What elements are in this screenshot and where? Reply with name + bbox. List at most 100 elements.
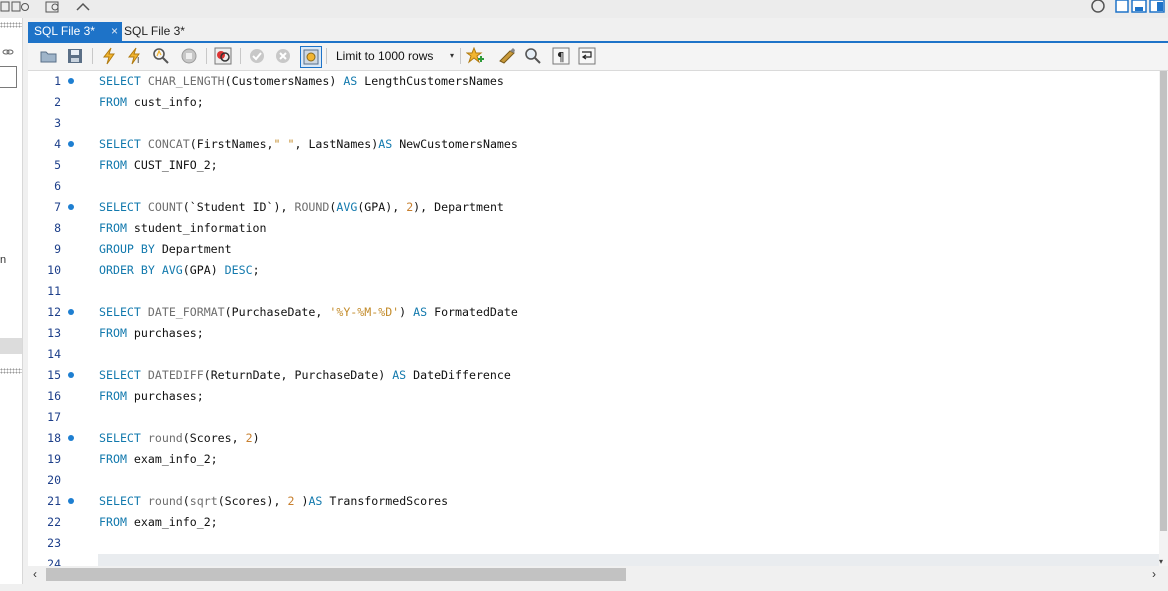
editor-line[interactable]: 9 GROUP BY Department: [28, 239, 1159, 260]
sql-function: round: [147, 431, 183, 445]
tab-label: SQL File 3*: [34, 24, 95, 38]
toggle-error-stop-icon[interactable]: [214, 47, 232, 65]
scroll-left-icon[interactable]: ‹: [33, 567, 37, 581]
new-query-icon[interactable]: [0, 1, 30, 13]
line-number: 12: [47, 305, 61, 319]
autocommit-icon[interactable]: [300, 46, 322, 68]
sql-function: sqrt: [189, 494, 218, 508]
wrap-lines-icon[interactable]: [578, 47, 596, 65]
editor-line[interactable]: 4 SELECT CONCAT(FirstNames," ", LastNames…: [28, 134, 1159, 155]
editor-line[interactable]: 17: [28, 407, 1159, 428]
sidebar-grip-lower[interactable]: [0, 368, 22, 374]
add-snippet-icon[interactable]: [466, 47, 484, 65]
editor-line[interactable]: 15 SELECT DATEDIFF(ReturnDate, PurchaseDa…: [28, 365, 1159, 386]
editor-line[interactable]: 21 SELECT round(sqrt(Scores), 2 )AS Trans…: [28, 491, 1159, 512]
code-text: SELECT round(Scores, 2): [99, 428, 260, 449]
line-number: 5: [54, 158, 61, 172]
beautify-icon[interactable]: [498, 47, 516, 65]
editor-line[interactable]: 5 FROM CUST_INFO_2;: [28, 155, 1159, 176]
find-icon[interactable]: [524, 47, 542, 65]
editor-tab-bar: SQL File 3* × SQL File 3*: [28, 20, 1168, 42]
execute-current-icon[interactable]: I: [126, 47, 144, 65]
line-number: 24: [47, 557, 61, 566]
sql-keyword: SELECT: [99, 305, 141, 319]
editor-line[interactable]: 22 FROM exam_info_2;: [28, 512, 1159, 533]
sql-text: NewCustomersNames: [392, 137, 518, 151]
line-number: 20: [47, 473, 61, 487]
sql-text: purchases;: [126, 389, 204, 403]
sql-text: (Scores,: [182, 431, 246, 445]
line-number: 16: [47, 389, 61, 403]
scroll-right-icon[interactable]: ›: [1152, 567, 1156, 581]
statement-marker-icon: [68, 204, 74, 210]
stop-icon[interactable]: [180, 47, 198, 65]
sql-function: DATE_FORMAT: [147, 305, 225, 319]
link-icon[interactable]: [2, 46, 14, 60]
sql-keyword: FROM: [99, 221, 127, 235]
editor-line[interactable]: 1 SELECT CHAR_LENGTH(CustomersNames) AS L…: [28, 71, 1159, 92]
editor-line[interactable]: 8 FROM student_information: [28, 218, 1159, 239]
editor-line[interactable]: 2 FROM cust_info;: [28, 92, 1159, 113]
sidebar-filter-input[interactable]: [0, 66, 17, 88]
inspector-icon[interactable]: [44, 1, 68, 13]
sql-keyword: SELECT: [99, 137, 141, 151]
editor-line[interactable]: 18 SELECT round(Scores, 2): [28, 428, 1159, 449]
explain-icon[interactable]: [152, 47, 170, 65]
statement-marker-icon: [68, 141, 74, 147]
editor-line[interactable]: 14: [28, 344, 1159, 365]
vertical-scrollbar[interactable]: ▾: [1159, 71, 1168, 566]
horizontal-scroll-thumb[interactable]: [46, 568, 626, 581]
statement-marker-icon: [68, 372, 74, 378]
editor-line[interactable]: 20: [28, 470, 1159, 491]
commit-icon[interactable]: [248, 47, 266, 65]
editor-line[interactable]: 23: [28, 533, 1159, 554]
open-file-icon[interactable]: [40, 47, 58, 65]
execute-icon[interactable]: [100, 47, 118, 65]
sql-function: ROUND: [294, 200, 330, 214]
sidebar-grip[interactable]: [0, 22, 22, 28]
horizontal-scrollbar[interactable]: ‹ ›: [28, 566, 1168, 584]
sidebar-selected-row[interactable]: [0, 338, 22, 354]
editor-line[interactable]: 7 SELECT COUNT(`Student ID`), ROUND(AVG(G…: [28, 197, 1159, 218]
editor-line[interactable]: 13 FROM purchases;: [28, 323, 1159, 344]
sql-function: CONCAT: [147, 137, 190, 151]
close-tab-icon[interactable]: ×: [111, 22, 118, 41]
editor-line[interactable]: 10 ORDER BY AVG(GPA) DESC;: [28, 260, 1159, 281]
sql-text: FormatedDate: [427, 305, 518, 319]
scroll-down-icon[interactable]: ▾: [1159, 557, 1163, 566]
sql-keyword: SELECT: [99, 431, 141, 445]
tab-sql-file-3[interactable]: SQL File 3*: [118, 22, 200, 41]
rollback-icon[interactable]: [274, 47, 292, 65]
editor-line[interactable]: 24: [28, 554, 1159, 566]
editor-line[interactable]: 3: [28, 113, 1159, 134]
sql-keyword: SELECT: [99, 74, 141, 88]
invisible-chars-icon[interactable]: ¶: [552, 47, 570, 65]
vertical-scroll-thumb[interactable]: [1160, 71, 1167, 531]
sql-keyword: FROM: [99, 95, 127, 109]
sql-function: CHAR_LENGTH: [147, 74, 225, 88]
sql-keyword: SELECT: [99, 368, 141, 382]
editor-line[interactable]: 6: [28, 176, 1159, 197]
chevron-down-icon: ▾: [449, 51, 454, 60]
editor-line[interactable]: 12 SELECT DATE_FORMAT(PurchaseDate, '%Y-%…: [28, 302, 1159, 323]
sql-string: " ": [273, 137, 295, 151]
code-text: FROM exam_info_2;: [99, 512, 218, 533]
sql-text: ;: [252, 263, 260, 277]
editor-line[interactable]: 11: [28, 281, 1159, 302]
editor-line[interactable]: 19 FROM exam_info_2;: [28, 449, 1159, 470]
save-icon[interactable]: [66, 47, 84, 65]
sql-function: round: [147, 494, 183, 508]
line-number: 23: [47, 536, 61, 550]
tab-sql-file-3-active[interactable]: SQL File 3* ×: [28, 22, 122, 41]
reconnect-icon[interactable]: [74, 1, 94, 13]
limit-rows-select[interactable]: Limit to 1000 rows ▾: [330, 47, 454, 65]
sql-text: ): [399, 305, 414, 319]
sql-text: (`Student ID`),: [182, 200, 295, 214]
editor-line[interactable]: 16 FROM purchases;: [28, 386, 1159, 407]
sql-editor[interactable]: 1 SELECT CHAR_LENGTH(CustomersNames) AS L…: [28, 71, 1159, 566]
sql-text: (PurchaseDate,: [224, 305, 330, 319]
